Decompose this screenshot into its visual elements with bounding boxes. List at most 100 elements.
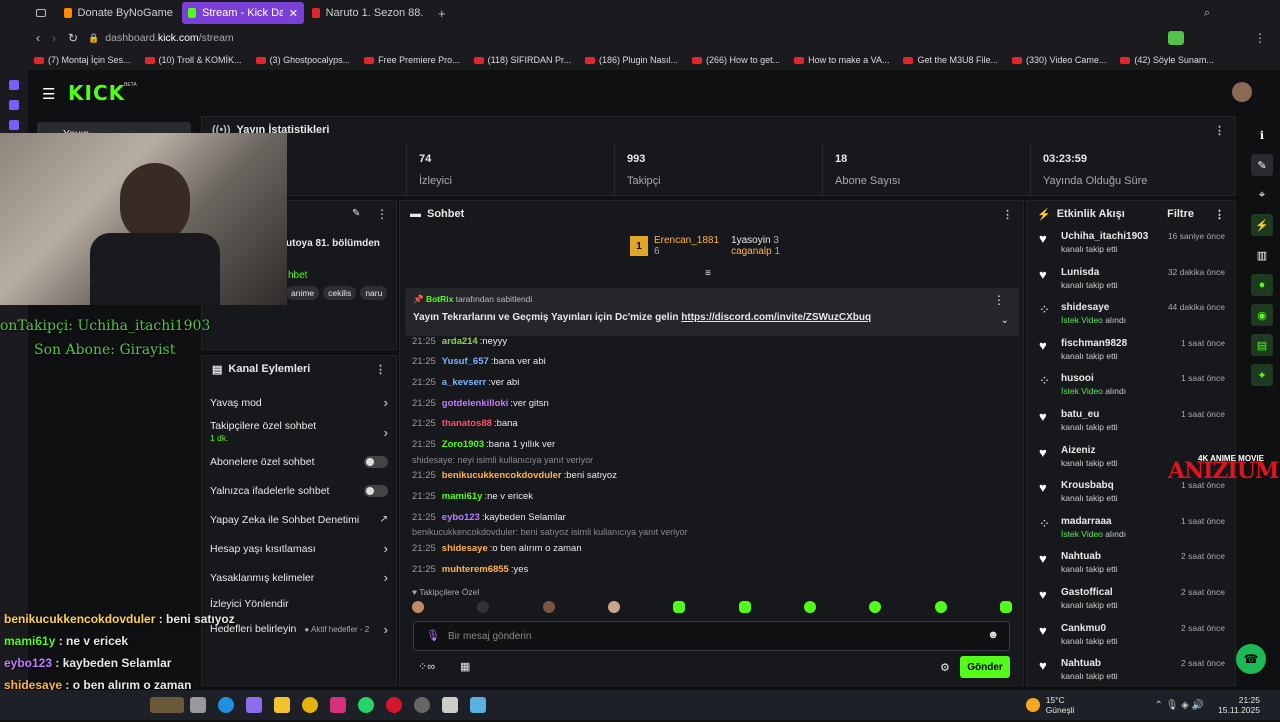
new-tab-icon[interactable]: + — [438, 6, 446, 21]
bookmark-item[interactable]: How to make a VA... — [794, 55, 889, 65]
chat-message[interactable]: 21:25 a_kevserr: ver abi — [400, 372, 1010, 393]
chrome-icon[interactable] — [302, 697, 318, 713]
whatsapp-icon[interactable] — [358, 697, 374, 713]
reload-icon[interactable]: ↻ — [68, 31, 78, 45]
tab-menu-icon[interactable] — [36, 9, 46, 17]
event-item[interactable]: ♥ Nahtuab kanalı takip etti 2 saat önce — [1027, 654, 1235, 690]
event-item[interactable]: ♥ batu_eu kanalı takip etti 1 saat önce — [1027, 405, 1235, 441]
sidebar-app-icon[interactable] — [9, 100, 19, 110]
bookmark-item[interactable]: (186) Plugin Nasıl... — [585, 55, 678, 65]
chat-message[interactable]: 21:25 eybo123: kaybeden Selamlar — [400, 507, 1010, 528]
scroll-up-icon[interactable]: ≡ — [705, 268, 711, 279]
chat-username[interactable]: arda214 — [442, 336, 478, 347]
weather-widget[interactable]: 15°C Güneşli — [1046, 695, 1075, 715]
url-field[interactable]: dashboard.kick.com/stream — [105, 32, 233, 44]
store-icon[interactable]: ▦ — [460, 660, 470, 673]
emote-icon[interactable] — [607, 601, 620, 613]
account-age-row[interactable]: Hesap yaşı kısıtlaması › — [202, 534, 396, 563]
chat-message[interactable]: 21:25 gotdelenkilloki: ver gitsn — [400, 393, 1010, 414]
chat-username[interactable]: eybo123 — [442, 512, 480, 523]
event-item[interactable]: ⁘ shidesaye İstek Video alındı 44 dakika ön… — [1027, 298, 1235, 334]
pinned-menu-icon[interactable]: ⋮ — [993, 293, 1005, 307]
back-icon[interactable]: ‹ — [36, 31, 40, 45]
tag[interactable]: cekilis — [323, 286, 357, 300]
widget-icon[interactable] — [150, 697, 184, 713]
bookmark-item[interactable]: (10) Troll & KOMİK... — [144, 55, 242, 65]
clock[interactable]: 21:25 15.11.2025 — [1218, 695, 1260, 715]
chat-username[interactable]: Zoro1903 — [442, 439, 484, 450]
ai-moderation-row[interactable]: Yapay Zeka ile Sohbet Denetimi ↗ — [202, 505, 396, 534]
task-view-icon[interactable] — [190, 697, 206, 713]
extension-icon[interactable] — [1168, 31, 1184, 45]
bookmark-item[interactable]: (266) How to get... — [692, 55, 780, 65]
banned-words-row[interactable]: Yasaklanmış kelimeler › — [202, 563, 396, 592]
wrench-icon[interactable]: ✦ — [1251, 364, 1273, 386]
hamburger-menu-icon[interactable]: ☰ — [42, 85, 55, 103]
microphone-icon[interactable]: 🎙 — [426, 629, 440, 642]
tab-kick-dashboard[interactable]: Stream - Kick Dashb✕ — [182, 2, 304, 24]
emote-icon[interactable] — [673, 601, 686, 613]
emote-only-toggle[interactable] — [364, 484, 388, 497]
emote-icon[interactable] — [999, 601, 1012, 613]
chat-message[interactable]: 21:25 benikucukkencokdovduler: beni satıy… — [400, 466, 1010, 487]
tab-naruto[interactable]: Naruto 1. Sezon 88. Bölüm — [306, 2, 432, 24]
chat-username[interactable]: thanatos88 — [442, 418, 492, 429]
chat-message[interactable]: 21:25 thanatos88: bana — [400, 413, 1010, 434]
event-item[interactable]: ⁘ husooi İstek Video alındı 1 saat önce — [1027, 369, 1235, 405]
edit-layout-icon[interactable]: ✎ — [1251, 154, 1273, 176]
app-icon[interactable] — [470, 697, 486, 713]
discord-link[interactable]: https://discord.com/invite/ZSWuzCXbuq — [681, 312, 871, 323]
menu-icon[interactable]: ⋮ — [1254, 31, 1266, 45]
chat-username[interactable]: gotdelenkilloki — [442, 398, 509, 409]
chat-username[interactable]: Yusuf_657 — [442, 356, 489, 367]
forward-icon[interactable]: › — [52, 31, 56, 45]
tag[interactable]: anime — [286, 286, 320, 300]
chat-input[interactable]: 🎙 Bir mesaj gönderin ☻ — [413, 621, 1010, 651]
event-item[interactable]: ♥ Lunisda kanalı takip etti 32 dakika önce — [1027, 263, 1235, 299]
event-item[interactable]: ♥ Cankmu0 kanalı takip etti 2 saat önce — [1027, 619, 1235, 655]
chat-message[interactable]: 21:25 muhterem6855: yes — [400, 559, 1010, 580]
infinity-icon[interactable]: ⁘∞ — [418, 660, 435, 673]
sidebar-app-icon[interactable] — [9, 80, 19, 90]
emote-icon[interactable] — [803, 601, 816, 613]
layout-icon[interactable]: ▤ — [1251, 334, 1273, 356]
lightning-icon[interactable]: ⚡ — [1251, 214, 1273, 236]
chat-message[interactable]: 21:25 arda214: neyyy — [400, 331, 1010, 352]
chat-username[interactable]: shidesaye — [442, 543, 488, 554]
send-button[interactable]: Gönder — [960, 656, 1010, 678]
event-item[interactable]: ♥ Nahtuab kanalı takip etti 2 saat önce — [1027, 547, 1235, 583]
bookmark-item[interactable]: Get the M3U8 File... — [903, 55, 998, 65]
close-tab-icon[interactable]: ✕ — [289, 7, 298, 20]
chat-message[interactable]: 21:25 shidesaye: o ben alırım o zaman — [400, 538, 1010, 559]
opera-icon[interactable] — [386, 697, 402, 713]
sidebar-app-icon[interactable] — [9, 120, 19, 130]
clipboard-icon[interactable]: ▥ — [1251, 244, 1273, 266]
chat-message[interactable]: 21:25 Zoro1903: bana 1 yıllık ver — [400, 434, 1010, 455]
emoji-icon[interactable]: ☻ — [987, 629, 999, 641]
chat-username[interactable]: muhterem6855 — [442, 564, 509, 575]
chat-message[interactable]: 21:25 Yusuf_657: bana ver abi — [400, 352, 1010, 373]
edit-icon[interactable]: ✎ — [352, 208, 360, 219]
edge-icon[interactable] — [218, 697, 234, 713]
chat-message[interactable]: 21:25 mami61y: ne v ericek — [400, 486, 1010, 507]
event-item[interactable]: ♥ fischman9828 kanalı takip etti 1 saat önc… — [1027, 334, 1235, 370]
chat-menu-icon[interactable]: ⋮ — [1002, 208, 1013, 221]
file-explorer-icon[interactable] — [274, 697, 290, 713]
tab-donate[interactable]: Donate ByNoGame - Gele — [58, 2, 180, 24]
chevron-down-icon[interactable]: ⌄ — [1001, 315, 1009, 326]
subscribers-only-toggle[interactable] — [364, 455, 388, 468]
obs-icon[interactable] — [414, 697, 430, 713]
emote-icon[interactable] — [477, 601, 490, 613]
chat-bubble-icon[interactable]: ● — [1251, 274, 1273, 296]
broadcast-icon[interactable]: ◉ — [1251, 304, 1273, 326]
slow-mode-row[interactable]: Yavaş mod › — [202, 388, 396, 417]
search-tabs-icon[interactable]: ⌕ — [1204, 7, 1210, 20]
emote-icon[interactable] — [738, 601, 751, 613]
filter-button[interactable]: Filtre — [1167, 208, 1194, 220]
bookmark-item[interactable]: (42) Söyle Sunam... — [1120, 55, 1214, 65]
copilot-icon[interactable] — [246, 697, 262, 713]
info-menu-icon[interactable]: ⋮ — [376, 207, 388, 221]
avatar[interactable] — [1232, 82, 1252, 102]
info-icon[interactable]: ℹ — [1251, 124, 1273, 146]
system-tray-icons[interactable]: ⌃ 🎙 ◈ 🔊 — [1155, 700, 1205, 711]
